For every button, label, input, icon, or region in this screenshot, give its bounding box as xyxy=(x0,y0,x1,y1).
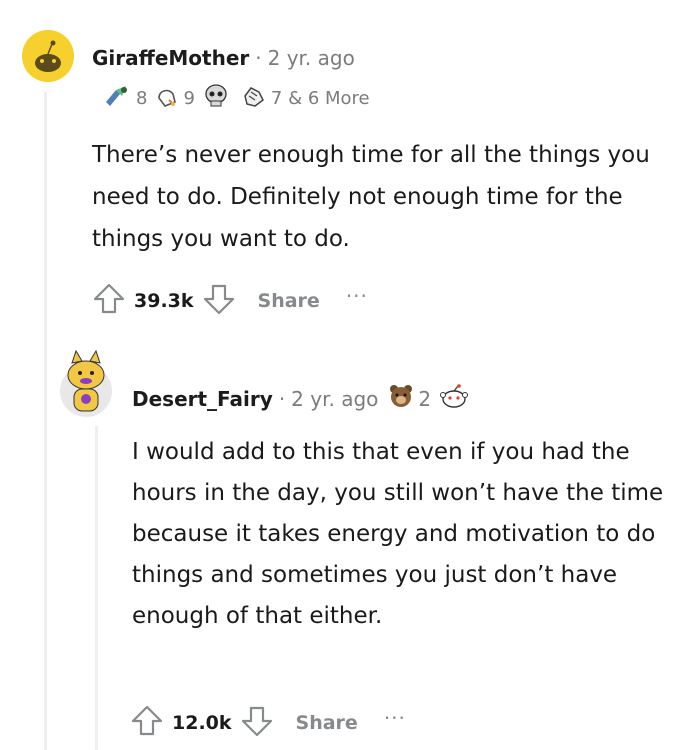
avatar[interactable] xyxy=(58,345,114,421)
thread-line-primary[interactable] xyxy=(44,92,47,750)
thread-line-reply[interactable] xyxy=(95,426,98,750)
helpful-award-icon xyxy=(104,84,132,113)
vote-count: 12.0k xyxy=(172,712,232,734)
award-count: 9 xyxy=(183,88,195,109)
bear-award-icon xyxy=(388,383,414,414)
comment-text: I would add to this that even if you had… xyxy=(132,439,664,629)
timestamp[interactable]: 2 yr. ago xyxy=(291,387,378,411)
award-count: 7 & 6 More xyxy=(270,88,370,109)
vote-count: 39.3k xyxy=(134,290,194,312)
comment-text: There’s never enough time for all the th… xyxy=(92,142,650,252)
avatar[interactable] xyxy=(22,30,74,82)
awards-row[interactable]: 8 9 7 & 6 More xyxy=(104,84,378,113)
comment-actions: 39.3k Share ··· xyxy=(92,282,368,320)
bravo-award-icon xyxy=(241,84,267,113)
comment-body: There’s never enough time for all the th… xyxy=(92,134,682,260)
wholesome-award-icon xyxy=(155,84,179,113)
upvote-icon[interactable] xyxy=(92,282,126,320)
meta-separator: · xyxy=(278,386,286,411)
share-button[interactable]: Share xyxy=(258,290,320,312)
comment-actions: 12.0k Share ··· xyxy=(130,704,406,742)
username[interactable]: Desert_Fairy xyxy=(132,387,273,411)
snoo-avatar-icon xyxy=(60,349,112,417)
skull-award-icon xyxy=(203,84,229,113)
downvote-icon[interactable] xyxy=(202,282,236,320)
award-count: 2 xyxy=(418,386,432,411)
upvote-icon[interactable] xyxy=(130,704,164,742)
username[interactable]: GiraffeMother xyxy=(92,46,249,70)
timestamp[interactable]: 2 yr. ago xyxy=(268,46,355,70)
comment-body: I would add to this that even if you had… xyxy=(132,432,672,637)
share-button[interactable]: Share xyxy=(296,712,358,734)
downvote-icon[interactable] xyxy=(240,704,274,742)
comment-meta: GiraffeMother · 2 yr. ago xyxy=(92,46,355,70)
more-options-button[interactable]: ··· xyxy=(384,706,406,730)
snoo-award-icon xyxy=(439,383,469,414)
more-options-button[interactable]: ··· xyxy=(346,284,368,308)
meta-separator: · xyxy=(255,46,262,70)
snoo-avatar-icon xyxy=(22,30,74,82)
award-count: 8 xyxy=(136,88,148,109)
comment-meta: Desert_Fairy · 2 yr. ago 2 xyxy=(132,383,473,414)
